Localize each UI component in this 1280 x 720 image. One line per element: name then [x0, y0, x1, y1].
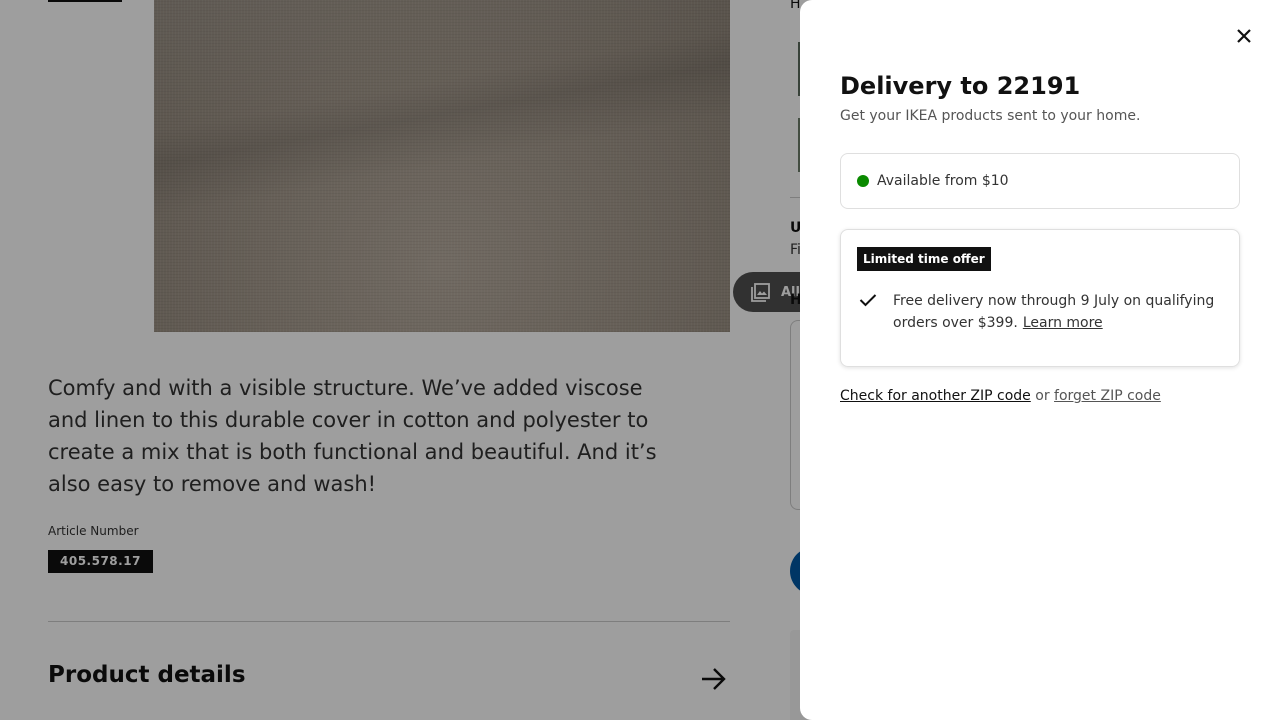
offer-text: Free delivery now through 9 July on qual…	[893, 290, 1223, 334]
close-icon	[1237, 29, 1251, 43]
learn-more-link[interactable]: Learn more	[1023, 315, 1103, 331]
panel-title: Delivery to 22191	[840, 72, 1081, 100]
check-icon	[859, 294, 877, 307]
close-button[interactable]	[1224, 16, 1264, 56]
or-text: or	[1035, 388, 1050, 404]
availability-text: Available from $10	[877, 173, 1009, 189]
forget-zip-code-link[interactable]: forget ZIP code	[1054, 388, 1161, 404]
offer-badge: Limited time offer	[857, 247, 991, 271]
zip-code-actions: Check for another ZIP code or forget ZIP…	[840, 388, 1161, 404]
check-zip-code-link[interactable]: Check for another ZIP code	[840, 388, 1031, 404]
availability-box: Available from $10	[840, 153, 1240, 209]
offer-box: Limited time offer Free delivery now thr…	[840, 229, 1240, 367]
status-dot-icon	[857, 175, 869, 187]
panel-subtitle: Get your IKEA products sent to your home…	[840, 108, 1141, 124]
